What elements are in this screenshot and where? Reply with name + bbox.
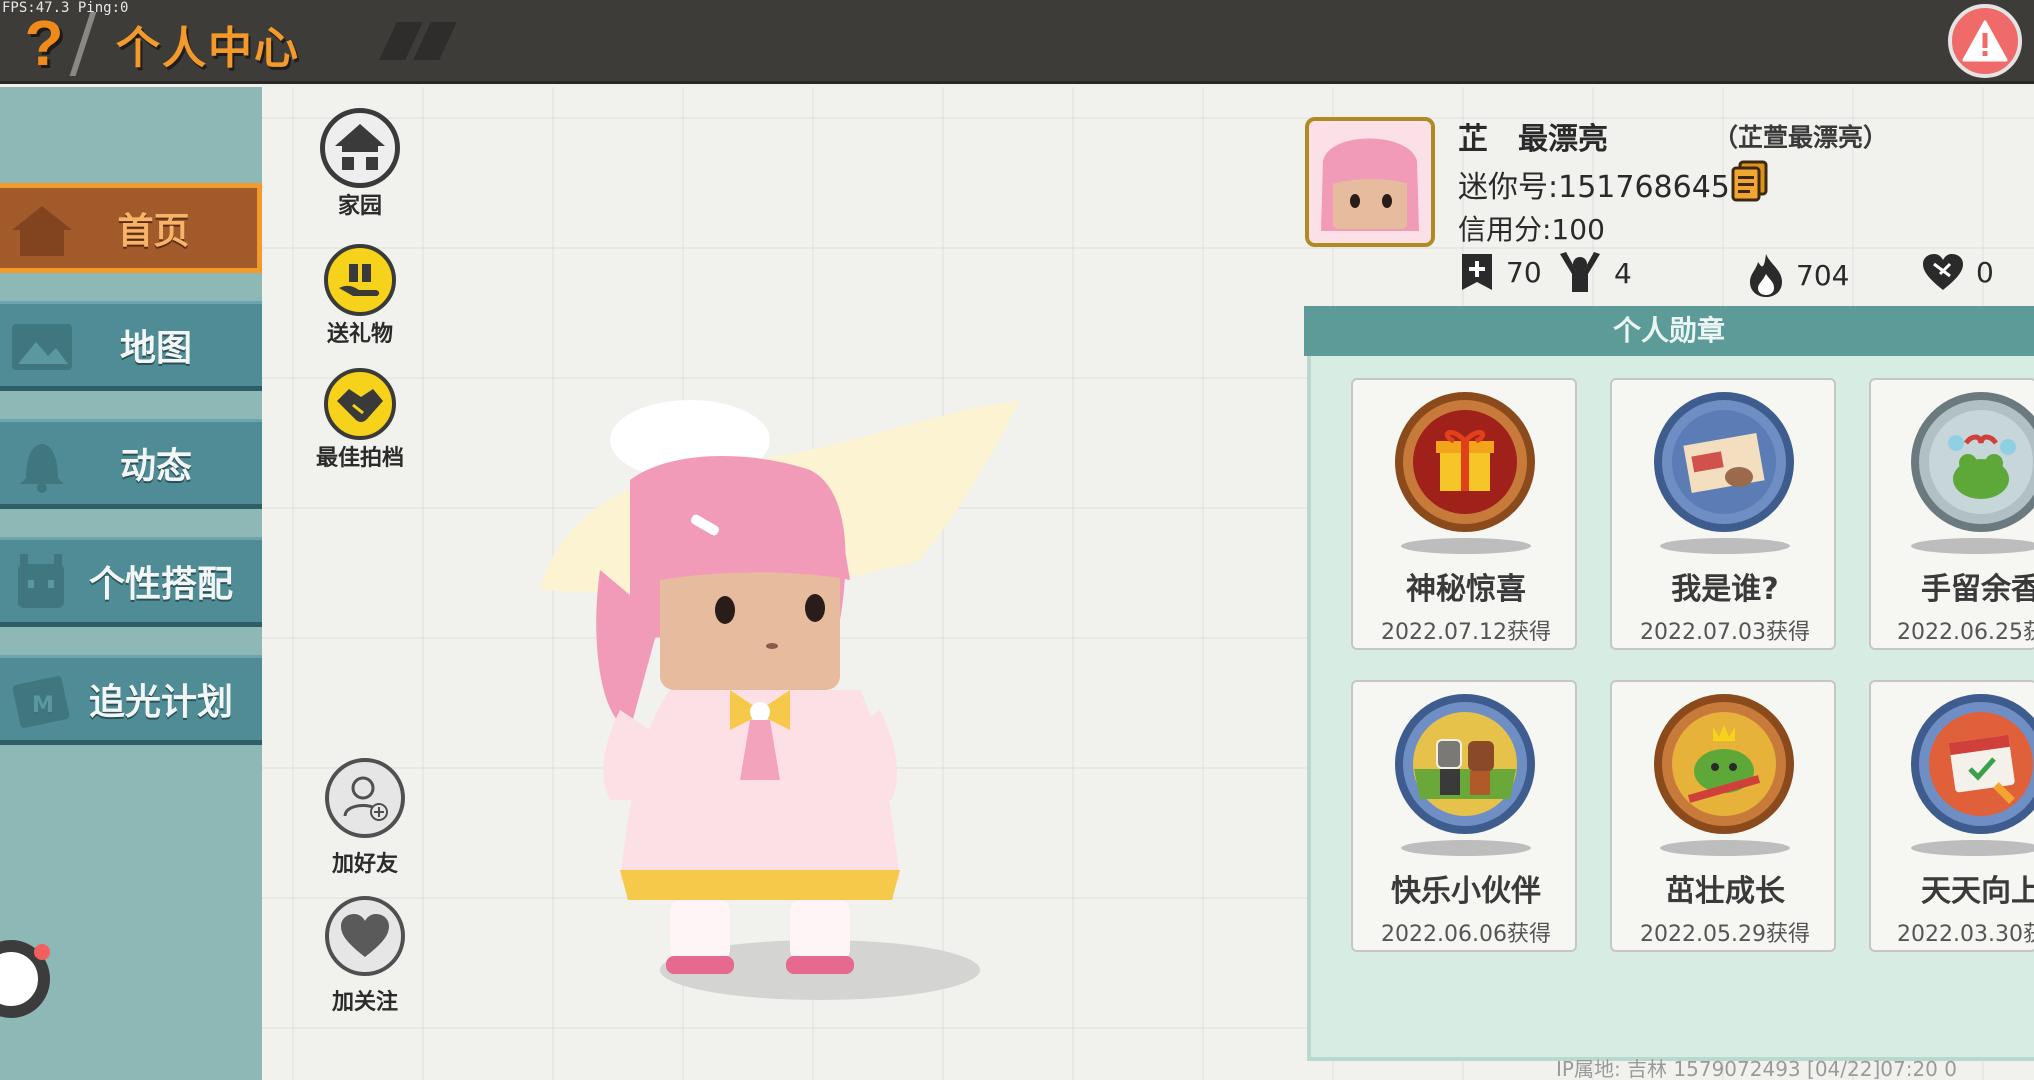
medal-shadow xyxy=(1401,538,1531,554)
page-title: 个人中心 xyxy=(116,23,300,74)
envelope-icon xyxy=(1672,410,1776,514)
medal-name: 神秘惊喜 xyxy=(1406,572,1526,607)
follow-action[interactable]: 加关注 xyxy=(305,896,425,1016)
top-bar: FPS:47.3 Ping:0 ? 个人中心 xyxy=(0,0,2034,84)
stat-likes-value: 0 xyxy=(1976,255,1994,289)
home-label: 家园 xyxy=(337,194,382,219)
nav-item-light-chase[interactable]: M 追光计划 xyxy=(0,655,262,745)
medal-name: 茁壮成长 xyxy=(1665,874,1785,909)
calendar-icon xyxy=(1929,712,2033,816)
medal-emblem xyxy=(1911,694,2034,834)
nav-label: 个性搭配 xyxy=(88,564,233,605)
medal-name: 我是谁? xyxy=(1671,572,1779,607)
cheering-person-icon xyxy=(1560,252,1600,292)
add-friend-circle xyxy=(325,758,405,838)
medal-emblem xyxy=(1395,694,1535,834)
add-friend-label: 加好友 xyxy=(331,852,398,877)
medal-section-title: 个人勋章 xyxy=(1304,306,2034,356)
nav-label: 动态 xyxy=(119,446,192,487)
follow-label: 加关注 xyxy=(331,990,398,1015)
medal-shadow xyxy=(1660,538,1790,554)
player-name: 芷 最漂亮 xyxy=(1458,122,1608,157)
medal-emblem xyxy=(1654,392,1794,532)
flame-icon xyxy=(1750,254,1782,297)
medal-emblem xyxy=(1911,392,2034,532)
nav-item-map[interactable]: 地图 xyxy=(0,301,262,391)
nav-label: 追光计划 xyxy=(88,682,233,723)
medal-shadow xyxy=(1911,840,2034,856)
medal-date: 2022.07.03获得 xyxy=(1640,620,1810,645)
medal-card[interactable]: 神秘惊喜 2022.07.12获得 xyxy=(1351,378,1577,650)
friends-icon xyxy=(1413,712,1517,816)
medal-emblem xyxy=(1395,392,1535,532)
follow-circle xyxy=(325,896,405,976)
credit-score: 信用分:100 xyxy=(1458,213,1605,246)
stat-fans-value: 4 xyxy=(1614,256,1632,290)
plus-bookmark-icon xyxy=(1462,254,1492,290)
gift-box-icon xyxy=(1413,410,1517,514)
player-avatar[interactable] xyxy=(520,400,1040,1020)
house-icon xyxy=(335,124,385,170)
stat-plus: 70 xyxy=(1458,252,1542,292)
medal-name: 快乐小伙伴 xyxy=(1391,874,1541,909)
stat-fans: 4 xyxy=(1556,252,1632,294)
nav-label: 地图 xyxy=(119,328,192,369)
nav-label: 首页 xyxy=(117,211,190,252)
help-button[interactable]: ? xyxy=(14,8,74,78)
avatar-portrait xyxy=(1309,121,1431,243)
ip-location-footer: IP属地: 吉林 1579072493 [04/22]07:20 0 xyxy=(1556,1057,1957,1080)
medal-name: 天天向上 xyxy=(1921,874,2034,909)
medal-date: 2022.06.25获得 xyxy=(1897,620,2034,645)
medal-shadow xyxy=(1911,538,2034,554)
warning-icon xyxy=(1962,20,2008,62)
best-photo-label: 最佳拍档 xyxy=(315,446,404,471)
heart-icon xyxy=(1923,254,1963,290)
report-button[interactable] xyxy=(1948,4,2022,78)
add-person-icon xyxy=(343,776,388,821)
stat-fire: 704 xyxy=(1746,252,1849,298)
medal-shadow xyxy=(1660,840,1790,856)
home-action[interactable]: 家园 xyxy=(300,108,420,220)
nav-item-outfit[interactable]: 个性搭配 xyxy=(0,537,262,627)
handshake-icon xyxy=(337,389,383,422)
medal-emblem xyxy=(1654,694,1794,834)
best-photo-circle xyxy=(324,368,396,440)
gift-label: 送礼物 xyxy=(326,322,393,347)
add-friend-action[interactable]: 加好友 xyxy=(305,758,425,878)
best-photo-action[interactable]: 最佳拍档 xyxy=(300,368,420,472)
medal-card[interactable]: 天天向上 2022.03.30获得 xyxy=(1869,680,2034,952)
nav-item-feed[interactable]: 动态 xyxy=(0,419,262,509)
record-indicator xyxy=(34,944,50,960)
left-navigation: 首页 地图 动态 个性搭配 M 追光计划 xyxy=(0,87,262,1080)
medal-card[interactable]: 我是谁? 2022.07.03获得 xyxy=(1610,378,1836,650)
frog-icon xyxy=(1929,410,2033,514)
medal-card[interactable]: 快乐小伙伴 2022.06.06获得 xyxy=(1351,680,1577,952)
gift-hand-icon xyxy=(339,264,380,296)
heart-icon xyxy=(341,914,389,957)
copy-icon[interactable] xyxy=(1730,160,1770,202)
profile-avatar[interactable] xyxy=(1305,117,1435,247)
medal-date: 2022.05.29获得 xyxy=(1640,922,1810,947)
stat-likes: 0 xyxy=(1920,252,1994,292)
medal-card[interactable]: 手留余香 2022.06.25获得 xyxy=(1869,378,2034,650)
medal-card[interactable]: 茁壮成长 2022.05.29获得 xyxy=(1610,680,1836,952)
medal-date: 2022.03.30获得 xyxy=(1897,922,2034,947)
stat-plus-value: 70 xyxy=(1506,255,1542,289)
stat-fire-value: 704 xyxy=(1796,258,1850,292)
gift-action[interactable]: 送礼物 xyxy=(300,244,420,348)
player-alias: （芷萱最漂亮） xyxy=(1713,123,1889,152)
gift-circle xyxy=(324,244,396,316)
medal-date: 2022.06.06获得 xyxy=(1381,922,1551,947)
mini-id: 迷你号:1517686455 xyxy=(1458,170,1749,205)
nav-item-home[interactable]: 首页 xyxy=(0,183,262,273)
medal-shadow xyxy=(1401,840,1531,856)
sprout-king-icon xyxy=(1672,712,1776,816)
medal-date: 2022.07.12获得 xyxy=(1381,620,1551,645)
medal-name: 手留余香 xyxy=(1921,572,2034,607)
home-circle xyxy=(320,108,400,188)
